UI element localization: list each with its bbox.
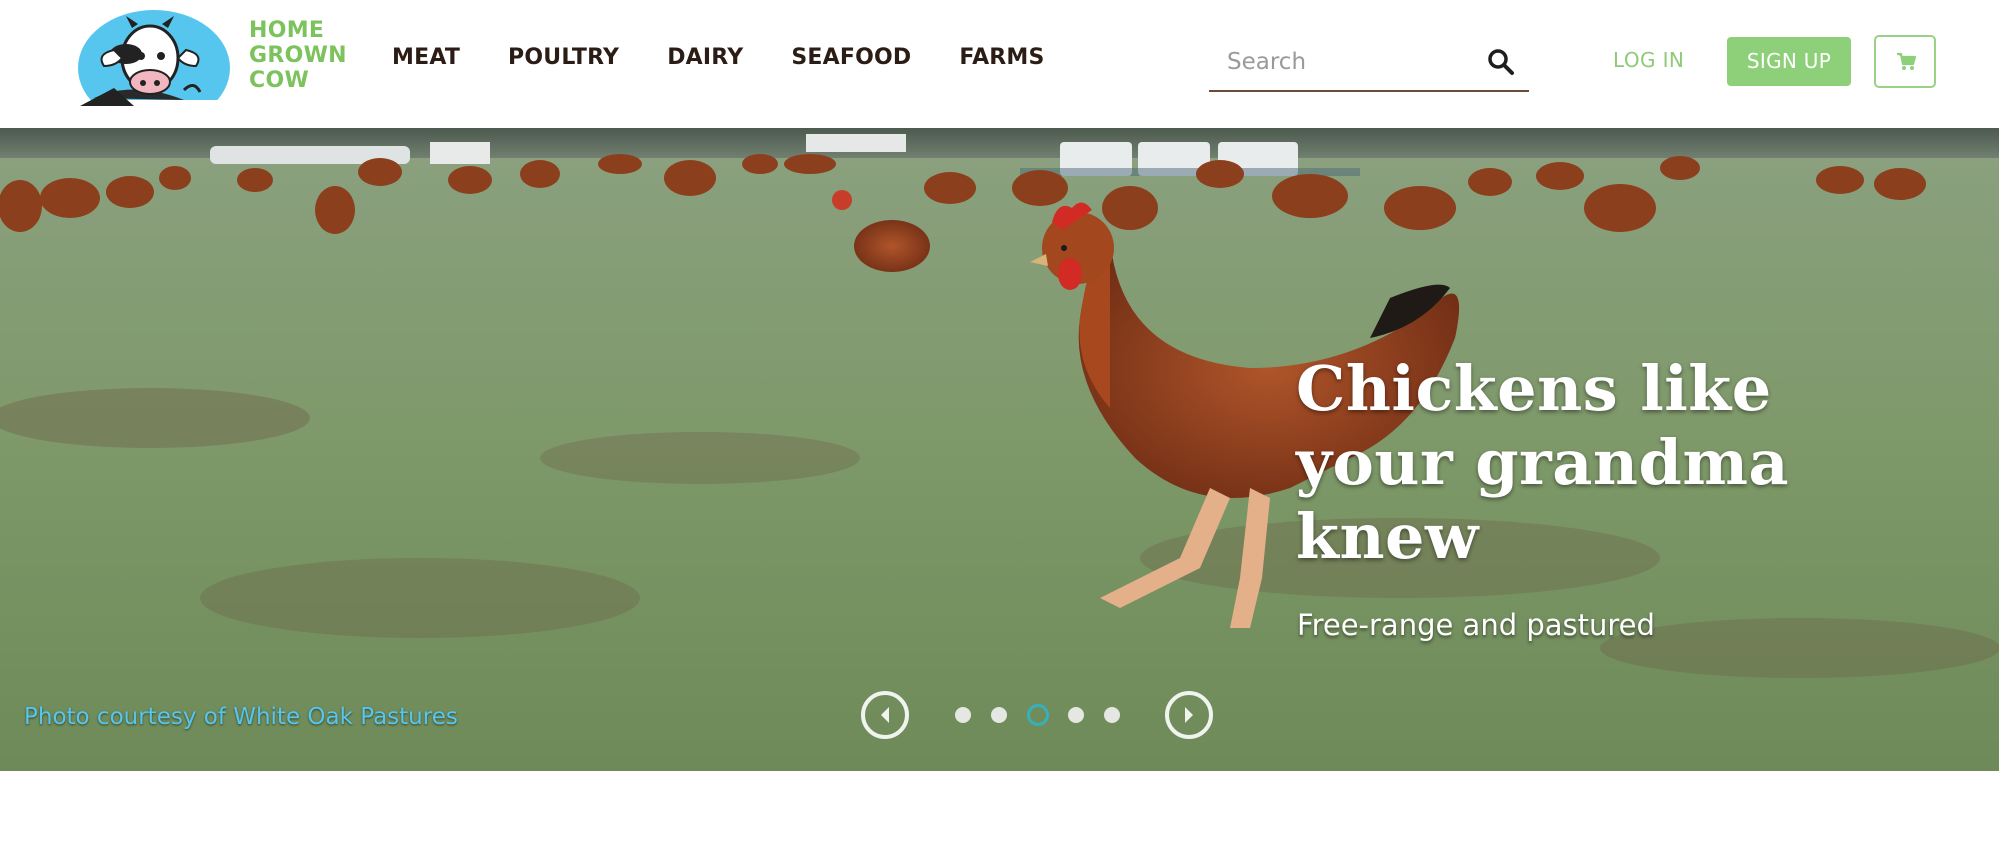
chevron-left-icon (881, 707, 889, 723)
site-header: HOME GROWN COW MEAT POULTRY DAIRY SEAFOO… (0, 0, 1999, 128)
brand-wordmark[interactable]: HOME GROWN COW (249, 18, 347, 93)
carousel-dot[interactable] (955, 707, 971, 723)
hero-headline: Chickens like your grandma knew (1296, 352, 1790, 573)
nav-item-dairy[interactable]: DAIRY (667, 45, 743, 70)
brand-line-2: GROWN (249, 43, 347, 68)
carousel-next-button[interactable] (1165, 691, 1213, 739)
brand-line-3: COW (249, 68, 310, 93)
login-link[interactable]: LOG IN (1613, 48, 1684, 72)
carousel-prev-button[interactable] (861, 691, 909, 739)
signup-button[interactable]: SIGN UP (1727, 37, 1851, 86)
main-nav: MEAT POULTRY DAIRY SEAFOOD FARMS (392, 45, 1093, 70)
carousel-dot[interactable] (991, 707, 1007, 723)
cart-icon (1897, 52, 1917, 70)
nav-item-meat[interactable]: MEAT (392, 45, 460, 70)
nav-item-farms[interactable]: FARMS (959, 45, 1044, 70)
cart-button[interactable] (1874, 35, 1936, 88)
nav-item-seafood[interactable]: SEAFOOD (791, 45, 911, 70)
nav-item-poultry[interactable]: POULTRY (508, 45, 619, 70)
brand-line-1: HOME (249, 18, 325, 43)
hero-subhead: Free-range and pastured (1297, 608, 1655, 642)
carousel-dot[interactable] (1068, 707, 1084, 723)
photo-credit[interactable]: Photo courtesy of White Oak Pastures (24, 704, 458, 730)
search-input[interactable] (1227, 44, 1477, 80)
hero-carousel: Chickens like your grandma knew Free-ran… (0, 128, 1999, 771)
carousel-dot[interactable] (1104, 707, 1120, 723)
cow-logo-icon[interactable] (74, 10, 234, 126)
chevron-right-icon (1185, 707, 1193, 723)
carousel-dot-active[interactable] (1027, 704, 1049, 726)
search-icon[interactable] (1487, 48, 1515, 76)
search-box (1209, 34, 1529, 92)
